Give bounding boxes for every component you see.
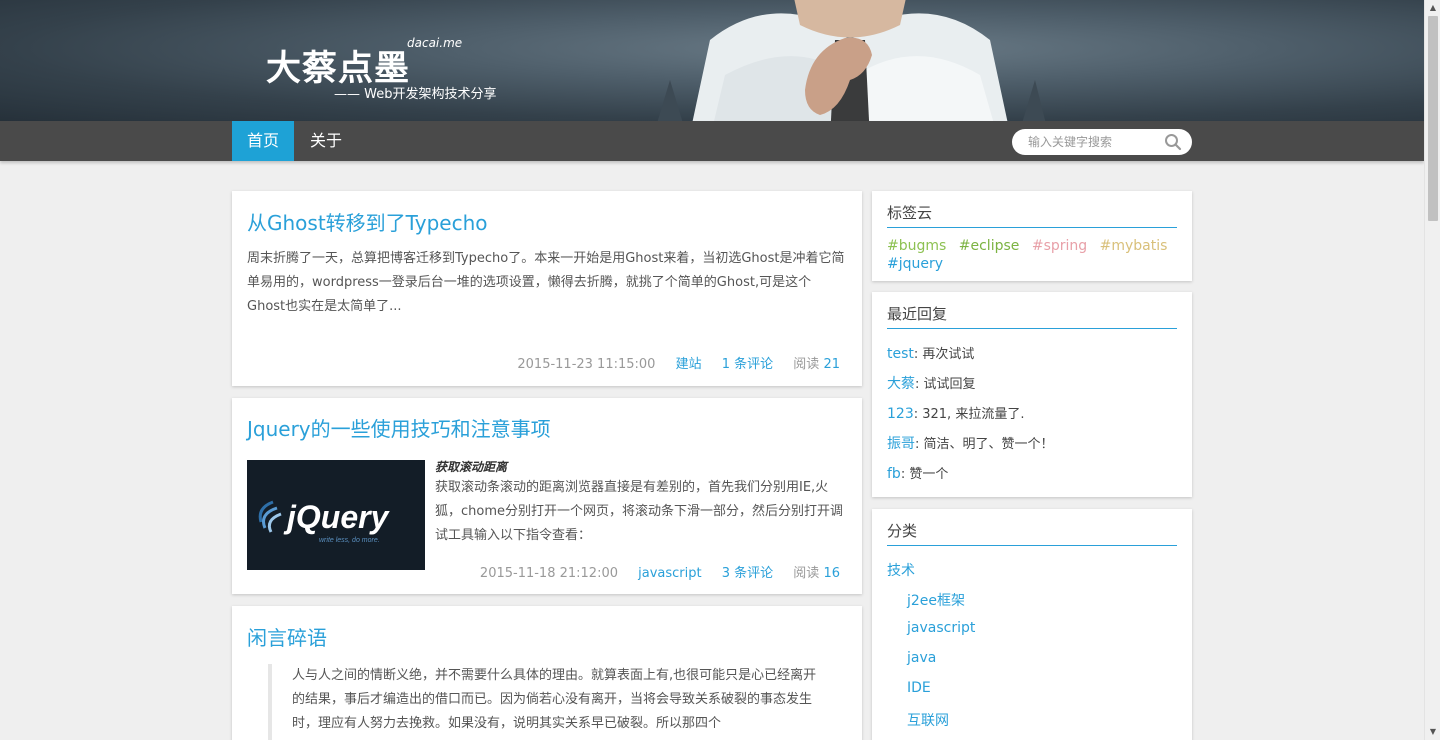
reply-list: test: 再次试试 大蔡: 试试回复 123: 321, 来拉流量了. 振哥:… xyxy=(887,343,1177,493)
scroll-up-arrow-icon[interactable]: ▲ xyxy=(1425,0,1440,16)
reply-text: : 赞一个 xyxy=(900,467,949,482)
post-category-link[interactable]: javascript xyxy=(638,566,701,581)
reply-author-link[interactable]: 大蔡 xyxy=(887,376,915,392)
list-item: 振哥: 简洁、明了、赞一个！ xyxy=(887,433,1177,463)
post-excerpt: 周末折腾了一天，总算把博客迁移到Typecho了。本来一开始是用Ghost来着，… xyxy=(247,251,845,314)
reply-text: : 321, 来拉流量了. xyxy=(913,407,1025,422)
post-views: 阅读 16 xyxy=(793,566,840,581)
subcategory-link[interactable]: javascript xyxy=(887,620,1177,650)
views-label: 阅读 xyxy=(793,357,820,372)
views-count: 16 xyxy=(823,566,840,581)
reply-author-link[interactable]: 振哥 xyxy=(887,436,915,452)
reply-author-link[interactable]: 123 xyxy=(887,406,914,422)
recent-replies-widget: 最近回复 test: 再次试试 大蔡: 试试回复 123: 321, 来拉流量了… xyxy=(872,292,1192,497)
search-input[interactable] xyxy=(1028,133,1163,151)
post-category-link[interactable]: 建站 xyxy=(676,357,702,372)
post-excerpt: 获取滚动条滚动的距离浏览器直接是有差别的，首先我们分别用IE,火狐，chome分… xyxy=(435,480,844,543)
site-subtitle: —— Web开发架构技术分享 xyxy=(334,87,497,102)
post-quote: 人与人之间的情断义绝，并不需要什么具体的理由。就算表面上有,也很可能只是心已经离… xyxy=(268,664,828,740)
reply-text: : 简洁、明了、赞一个！ xyxy=(915,437,1054,452)
jquery-logo-text: jQuery xyxy=(283,499,391,535)
reply-author-link[interactable]: test xyxy=(887,346,914,362)
post-title[interactable]: 闲言碎语 xyxy=(247,622,327,651)
reply-author-link[interactable]: fb xyxy=(887,466,901,482)
category-list: 技术 j2ee框架 javascript java IDE 互联网 xyxy=(887,560,1177,740)
reply-text: : 试试回复 xyxy=(915,377,976,392)
subcategory-link[interactable]: IDE xyxy=(887,680,1177,710)
views-label: 阅读 xyxy=(793,566,820,581)
scrollbar-thumb[interactable] xyxy=(1428,16,1438,221)
list-item: 123: 321, 来拉流量了. xyxy=(887,403,1177,433)
post-title[interactable]: Jquery的一些使用技巧和注意事项 xyxy=(247,413,551,442)
tag-link[interactable]: #spring xyxy=(1032,238,1087,254)
widget-title: 最近回复 xyxy=(887,303,1177,329)
jquery-tagline: write less, do more. xyxy=(319,537,380,544)
post-comments-link[interactable]: 1 条评论 xyxy=(722,357,773,372)
post-thumbnail-jquery-logo[interactable]: jQuery write less, do more. xyxy=(247,460,425,570)
reply-text: : 再次试试 xyxy=(913,347,975,362)
header-banner: 大蔡点墨 dacai.me —— Web开发架构技术分享 xyxy=(0,0,1424,121)
categories-widget: 分类 技术 j2ee框架 javascript java IDE 互联网 xyxy=(872,509,1192,740)
post-views: 阅读 21 xyxy=(793,357,840,372)
tag-link[interactable]: #eclipse xyxy=(959,238,1020,254)
subcategory-link[interactable]: java xyxy=(887,650,1177,680)
tag-cloud-widget: 标签云 #bugms #eclipse #spring #mybatis #jq… xyxy=(872,191,1192,281)
tag-link[interactable]: #jquery xyxy=(887,256,943,272)
post-meta: 2015-11-18 21:12:00 javascript 3 条评论 阅读 … xyxy=(464,562,840,581)
post-title[interactable]: 从Ghost转移到了Typecho xyxy=(247,207,488,236)
search-icon[interactable] xyxy=(1164,133,1182,151)
category-link[interactable]: 技术 xyxy=(887,560,1177,590)
tag-link[interactable]: #bugms xyxy=(887,238,946,254)
list-item: test: 再次试试 xyxy=(887,343,1177,373)
widget-title: 分类 xyxy=(887,520,1177,546)
banner-photo-man-in-shirt xyxy=(657,0,1046,121)
subcategory-link[interactable]: 互联网 xyxy=(887,710,1177,740)
post-meta: 2015-11-23 11:15:00 建站 1 条评论 阅读 21 xyxy=(501,353,840,372)
post-date: 2015-11-23 11:15:00 xyxy=(517,357,656,372)
post-comments-link[interactable]: 3 条评论 xyxy=(722,566,773,581)
post-card: 从Ghost转移到了Typecho 周末折腾了一天，总算把博客迁移到Typech… xyxy=(232,191,862,386)
post-date: 2015-11-18 21:12:00 xyxy=(479,566,618,581)
subcategory-link[interactable]: j2ee框架 xyxy=(887,590,1177,620)
post-excerpt-heading: 获取滚动距离 xyxy=(435,460,508,474)
list-item: 大蔡: 试试回复 xyxy=(887,373,1177,403)
widget-title: 标签云 xyxy=(887,202,1177,228)
nav-about[interactable]: 关于 xyxy=(296,121,356,161)
page-scrollbar[interactable]: ▲ ▼ xyxy=(1424,0,1440,740)
list-item: fb: 赞一个 xyxy=(887,463,1177,493)
post-card: 闲言碎语 人与人之间的情断义绝，并不需要什么具体的理由。就算表面上有,也很可能只… xyxy=(232,606,862,740)
site-domain: dacai.me xyxy=(407,36,463,50)
main-navbar: 首页 关于 xyxy=(0,121,1424,161)
post-card: Jquery的一些使用技巧和注意事项 jQuery write less, do… xyxy=(232,398,862,594)
views-count: 21 xyxy=(823,357,840,372)
tag-link[interactable]: #mybatis xyxy=(1100,238,1168,254)
nav-home[interactable]: 首页 xyxy=(232,121,294,161)
jquery-logo-icon: jQuery write less, do more. xyxy=(247,460,425,570)
scroll-down-arrow-icon[interactable]: ▼ xyxy=(1425,724,1440,740)
tag-list: #bugms #eclipse #spring #mybatis #jquery xyxy=(887,237,1177,273)
search-box xyxy=(1012,129,1192,155)
